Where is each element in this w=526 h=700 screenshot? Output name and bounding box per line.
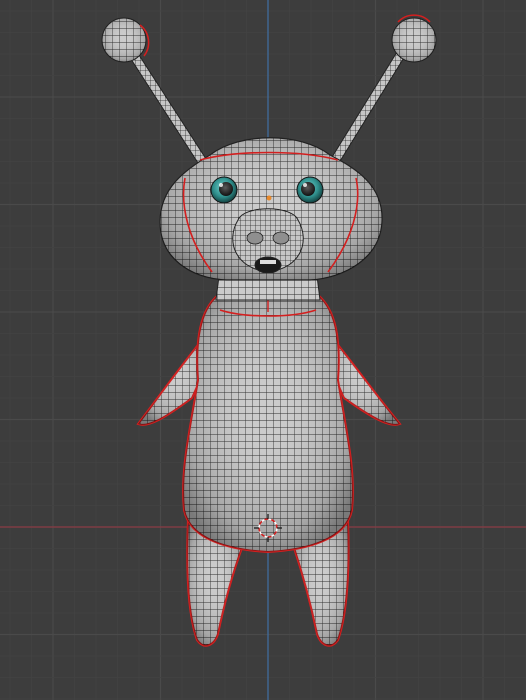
right-eye[interactable] — [296, 176, 324, 204]
origin-point-icon[interactable] — [266, 195, 272, 201]
left-eye[interactable] — [210, 176, 238, 204]
character-mesh[interactable] — [101, 14, 437, 647]
head[interactable] — [159, 137, 383, 281]
torso[interactable] — [182, 294, 354, 554]
viewport-canvas[interactable] — [0, 0, 526, 700]
right-antenna[interactable] — [328, 14, 437, 167]
3d-viewport[interactable] — [0, 0, 526, 700]
mouth — [254, 256, 282, 274]
